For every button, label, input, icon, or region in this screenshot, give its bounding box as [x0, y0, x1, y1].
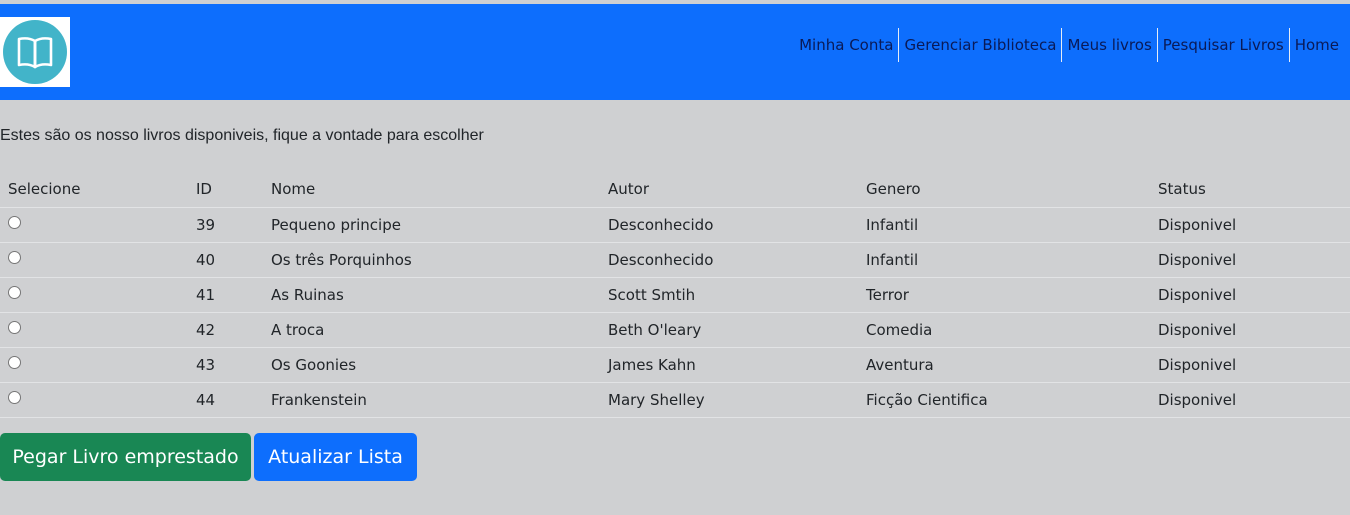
navbar: Minha Conta Gerenciar Biblioteca Meus li… [0, 4, 1350, 100]
cell-status: Disponivel [1150, 207, 1350, 243]
cell-status: Disponivel [1150, 312, 1350, 348]
cell-nome: Os Goonies [263, 347, 600, 383]
cell-status: Disponivel [1150, 347, 1350, 383]
cell-autor: Beth O'leary [600, 312, 858, 348]
select-radio[interactable] [8, 250, 21, 264]
cell-nome: A troca [263, 312, 600, 348]
select-cell [0, 347, 188, 383]
select-cell [0, 277, 188, 313]
header-id: ID [188, 172, 263, 208]
open-book-icon [17, 37, 53, 69]
cell-genero: Comedia [858, 312, 1150, 348]
table-row: 43 Os Goonies James Kahn Aventura Dispon… [0, 347, 1350, 383]
select-radio[interactable] [8, 320, 21, 334]
cell-nome: As Ruinas [263, 277, 600, 313]
cell-status: Disponivel [1150, 242, 1350, 278]
select-cell [0, 382, 188, 418]
select-cell [0, 242, 188, 278]
select-radio[interactable] [8, 285, 21, 299]
table-row: 40 Os três Porquinhos Desconhecido Infan… [0, 242, 1350, 278]
select-radio[interactable] [8, 215, 21, 229]
cell-id: 41 [188, 277, 263, 313]
cell-id: 40 [188, 242, 263, 278]
borrow-book-button[interactable]: Pegar Livro emprestado [0, 433, 251, 481]
main-nav: Minha Conta Gerenciar Biblioteca Meus li… [794, 28, 1344, 62]
cell-autor: Mary Shelley [600, 382, 858, 418]
logo[interactable] [0, 17, 70, 87]
nav-home[interactable]: Home [1288, 28, 1344, 62]
nav-minha-conta[interactable]: Minha Conta [794, 28, 898, 62]
cell-id: 39 [188, 207, 263, 243]
header-genero: Genero [858, 172, 1150, 208]
table-header-row: Selecione ID Nome Autor Genero Status [0, 172, 1350, 208]
select-radio[interactable] [8, 390, 21, 404]
cell-autor: Scott Smtih [600, 277, 858, 313]
table-row: 39 Pequeno principe Desconhecido Infanti… [0, 207, 1350, 243]
nav-gerenciar-biblioteca[interactable]: Gerenciar Biblioteca [898, 28, 1061, 62]
cell-nome: Os três Porquinhos [263, 242, 600, 278]
cell-genero: Ficção Cientifica [858, 382, 1150, 418]
nav-meus-livros[interactable]: Meus livros [1061, 28, 1156, 62]
cell-autor: Desconhecido [600, 242, 858, 278]
cell-status: Disponivel [1150, 277, 1350, 313]
cell-nome: Frankenstein [263, 382, 600, 418]
logo-circle [3, 20, 67, 84]
books-table: Selecione ID Nome Autor Genero Status 39… [0, 172, 1350, 418]
cell-status: Disponivel [1150, 382, 1350, 418]
refresh-list-button[interactable]: Atualizar Lista [254, 433, 417, 481]
table-row: 42 A troca Beth O'leary Comedia Disponiv… [0, 312, 1350, 348]
select-radio[interactable] [8, 355, 21, 369]
cell-id: 44 [188, 382, 263, 418]
nav-pesquisar-livros[interactable]: Pesquisar Livros [1156, 28, 1289, 62]
table-row: 41 As Ruinas Scott Smtih Terror Disponiv… [0, 277, 1350, 313]
cell-genero: Infantil [858, 207, 1150, 243]
intro-text: Estes são os nosso livros disponiveis, f… [0, 127, 484, 144]
cell-id: 43 [188, 347, 263, 383]
header-nome: Nome [263, 172, 600, 208]
cell-nome: Pequeno principe [263, 207, 600, 243]
header-selecione: Selecione [0, 172, 188, 208]
cell-genero: Aventura [858, 347, 1150, 383]
cell-genero: Infantil [858, 242, 1150, 278]
cell-autor: Desconhecido [600, 207, 858, 243]
header-status: Status [1150, 172, 1350, 208]
cell-autor: James Kahn [600, 347, 858, 383]
table-row: 44 Frankenstein Mary Shelley Ficção Cien… [0, 382, 1350, 418]
header-autor: Autor [600, 172, 858, 208]
cell-id: 42 [188, 312, 263, 348]
cell-genero: Terror [858, 277, 1150, 313]
select-cell [0, 207, 188, 243]
select-cell [0, 312, 188, 348]
